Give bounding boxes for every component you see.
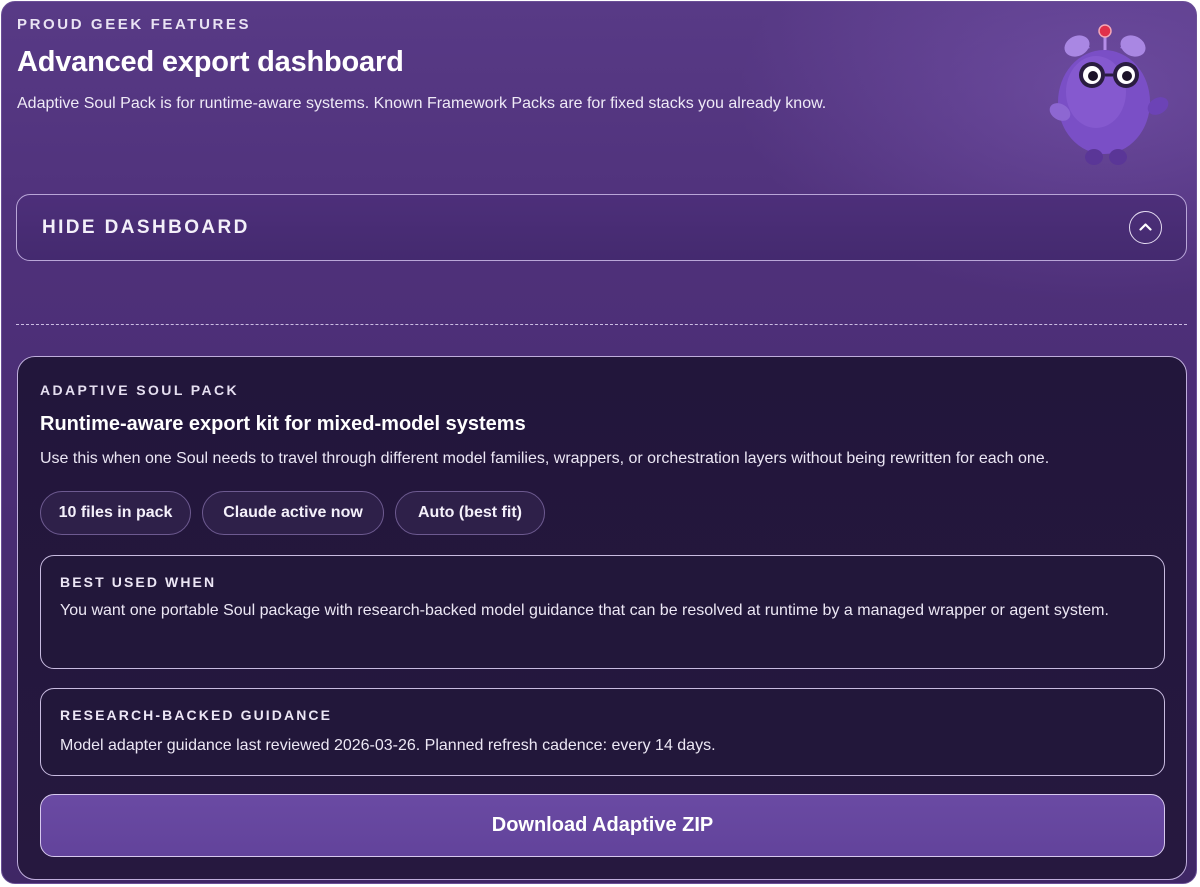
section-divider xyxy=(16,324,1187,325)
download-adaptive-zip-button[interactable]: Download Adaptive ZIP xyxy=(40,794,1165,857)
adaptive-soul-pack-card: ADAPTIVE SOUL PACK Runtime-aware export … xyxy=(17,356,1187,880)
pack-eyebrow: ADAPTIVE SOUL PACK xyxy=(40,382,240,398)
research-text: Model adapter guidance last reviewed 202… xyxy=(60,737,716,754)
toggle-label: HIDE DASHBOARD xyxy=(42,217,250,238)
active-model-chip: Claude active now xyxy=(202,491,384,535)
pack-description: Use this when one Soul needs to travel t… xyxy=(40,450,1050,467)
mascot-illustration xyxy=(1032,20,1182,172)
hide-dashboard-toggle[interactable]: HIDE DASHBOARD xyxy=(16,194,1187,261)
page-title: Advanced export dashboard xyxy=(17,46,404,78)
chevron-up-icon[interactable] xyxy=(1129,211,1162,244)
research-guidance-box: RESEARCH-BACKED GUIDANCE Model adapter g… xyxy=(40,688,1165,776)
export-dashboard-panel: PROUD GEEK FEATURES Advanced export dash… xyxy=(1,1,1197,884)
page-subtitle: Adaptive Soul Pack is for runtime-aware … xyxy=(17,95,827,112)
research-heading: RESEARCH-BACKED GUIDANCE xyxy=(60,707,333,723)
best-used-box: BEST USED WHEN You want one portable Sou… xyxy=(40,555,1165,669)
best-used-heading: BEST USED WHEN xyxy=(60,574,217,590)
file-count-chip: 10 files in pack xyxy=(40,491,191,535)
best-used-text: You want one portable Soul package with … xyxy=(60,602,1109,619)
model-mode-chip[interactable]: Auto (best fit) xyxy=(395,491,545,535)
pack-title: Runtime-aware export kit for mixed-model… xyxy=(40,413,526,435)
section-eyebrow: PROUD GEEK FEATURES xyxy=(17,16,252,33)
